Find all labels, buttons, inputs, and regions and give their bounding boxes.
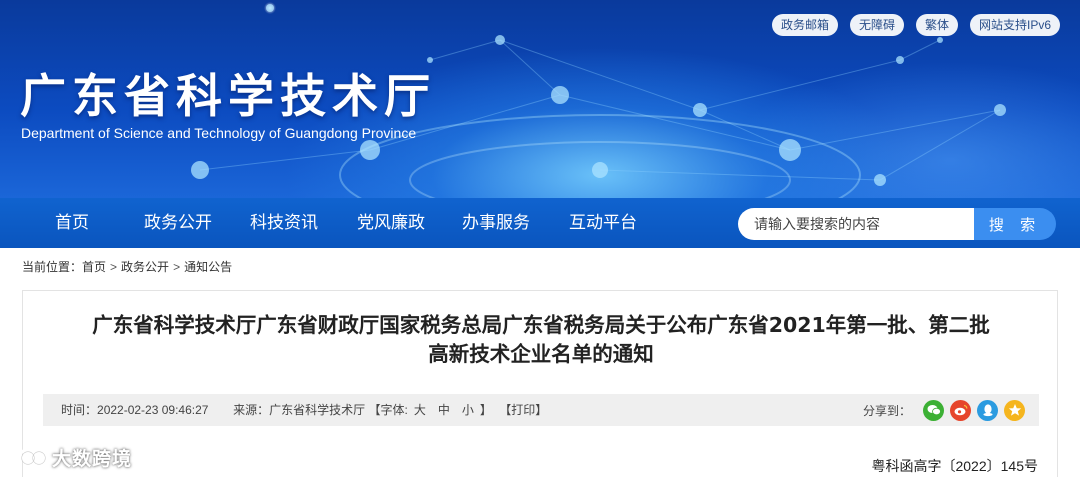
search-button[interactable]: 搜 索 <box>974 208 1056 240</box>
publish-time: 2022-02-23 09:46:27 <box>97 403 209 417</box>
watermark: 大数跨境 <box>8 444 132 470</box>
article-meta-bar: 时间：2022-02-23 09:46:27 来源：广东省科学技术厅 【字体: 大… <box>43 394 1039 426</box>
share-bar: 分享到： <box>863 394 1025 426</box>
font-size-small[interactable]: 小 <box>462 403 474 417</box>
gov-mail-link[interactable]: 政务邮箱 <box>771 14 838 36</box>
nav-item-gov-affairs[interactable]: 政务公开 <box>144 198 212 248</box>
weibo-icon[interactable] <box>950 399 971 421</box>
nav-item-home[interactable]: 首页 <box>55 198 89 248</box>
article-title-line: 高新技术企业名单的通知 <box>428 342 654 366</box>
accessibility-link[interactable]: 无障碍 <box>849 14 904 36</box>
article-title: 广东省科学技术厅广东省财政厅国家税务总局广东省税务局关于公布广东省2021年第一… <box>63 311 1019 369</box>
breadcrumb-notices[interactable]: 通知公告 <box>184 260 232 274</box>
publish-time-label: 时间： <box>61 403 98 417</box>
nav-item-interaction[interactable]: 互动平台 <box>569 198 637 248</box>
source: 广东省科学技术厅 <box>269 403 366 417</box>
nav-item-tech-news[interactable]: 科技资讯 <box>250 198 318 248</box>
header-banner: 政务邮箱 无障碍 繁体 网站支持IPv6 广东省科学技术厅 Department… <box>0 0 1080 198</box>
font-size-large[interactable]: 大 <box>414 403 426 417</box>
document-number: 粤科函高字〔2022〕145号 <box>871 458 1038 474</box>
breadcrumb-prefix: 当前位置： <box>22 260 83 274</box>
site-title: 广东省科学技术厅 <box>20 69 436 123</box>
nav-item-services[interactable]: 办事服务 <box>462 198 530 248</box>
article-meta: 时间：2022-02-23 09:46:27 来源：广东省科学技术厅 【字体: 大… <box>61 394 547 426</box>
site-subtitle: Department of Science and Technology of … <box>21 125 417 141</box>
font-size-close: 】 <box>479 403 492 417</box>
source-label: 来源： <box>233 403 270 417</box>
article-title-line: 广东省科学技术厅广东省财政厅国家税务总局广东省税务局关于公布广东省2021年第一… <box>92 313 990 337</box>
watermark-text: 大数跨境 <box>52 447 133 470</box>
article-panel: 广东省科学技术厅广东省财政厅国家税务总局广东省税务局关于公布广东省2021年第一… <box>22 290 1058 477</box>
top-links: 政务邮箱 无障碍 繁体 网站支持IPv6 <box>771 14 1060 36</box>
breadcrumb-home[interactable]: 首页 <box>82 260 106 274</box>
qzone-icon[interactable] <box>1004 399 1025 421</box>
nav-item-integrity[interactable]: 党风廉政 <box>357 198 425 248</box>
breadcrumb: 当前位置：首页 > 政务公开 > 通知公告 <box>22 258 232 275</box>
wechat-icon[interactable] <box>923 399 944 421</box>
qq-icon[interactable] <box>977 399 998 421</box>
share-label: 分享到： <box>862 403 911 418</box>
watermark-logo-icon <box>10 448 46 465</box>
breadcrumb-separator: > <box>173 260 181 274</box>
font-size-medium[interactable]: 中 <box>438 403 450 417</box>
font-size-label: 【字体: <box>368 403 408 417</box>
search-input[interactable] <box>738 208 974 240</box>
breadcrumb-separator: > <box>110 260 118 274</box>
print-button[interactable]: 【打印】 <box>499 403 547 417</box>
breadcrumb-gov-affairs[interactable]: 政务公开 <box>121 260 169 274</box>
traditional-chinese-link[interactable]: 繁体 <box>915 14 958 36</box>
ipv6-badge: 网站支持IPv6 <box>969 14 1060 36</box>
